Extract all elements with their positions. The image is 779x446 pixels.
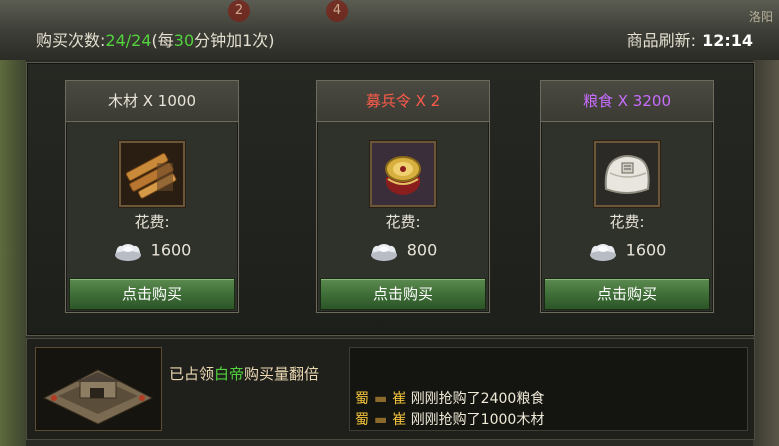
refresh-label: 商品刷新: bbox=[626, 31, 697, 50]
price-value: 1600 bbox=[625, 240, 667, 260]
kingdom-name: 蜀 bbox=[355, 391, 369, 407]
occupy-suffix: 购买量翻倍 bbox=[244, 365, 320, 383]
log-entry: 蜀 ▬ 崔 刚刚抢购了1000木材 bbox=[355, 409, 544, 429]
shop-item-card: 粮食 X 3200 花费: 1600 点击购买 bbox=[540, 80, 714, 313]
purchase-count: 购买次数:24/24(每30分钟加1次) bbox=[36, 27, 275, 51]
item-title: 木材 X 1000 bbox=[66, 81, 238, 122]
occupy-prefix: 已占领 bbox=[169, 365, 215, 383]
item-title: 募兵令 X 2 bbox=[317, 81, 489, 122]
shop-panel: 木材 X 1000 花费: 1600 点击购买 募兵令 X 2 花费: 800 … bbox=[26, 62, 755, 336]
corner-location-text: 洛阳 bbox=[748, 10, 773, 24]
cost-label: 花费: bbox=[609, 213, 645, 231]
purchase-log: 蜀 ▬ 崔 刚刚抢购了2400粮食 蜀 ▬ 崔 刚刚抢购了1000木材 bbox=[349, 347, 748, 431]
recruit-token-icon bbox=[370, 141, 436, 207]
item-price: 800 bbox=[317, 240, 489, 262]
item-price: 1600 bbox=[541, 240, 713, 262]
notification-badge[interactable]: 2 bbox=[228, 0, 250, 22]
silver-ingot-icon bbox=[370, 244, 397, 261]
grain-sack-icon bbox=[594, 141, 660, 207]
price-value: 1600 bbox=[150, 240, 192, 260]
bottom-panel: 已占领白帝购买量翻倍 蜀 ▬ 崔 刚刚抢购了2400粮食 蜀 ▬ 崔 刚刚抢购了1000… bbox=[26, 338, 755, 440]
wood-icon bbox=[119, 141, 185, 207]
occupy-bonus-text: 已占领白帝购买量翻倍 bbox=[169, 363, 319, 384]
shop-item-card: 木材 X 1000 花费: 1600 点击购买 bbox=[65, 80, 239, 313]
item-price: 1600 bbox=[66, 240, 238, 262]
refresh-timer: 商品刷新: 12:14 bbox=[627, 27, 753, 51]
cost-label: 花费: bbox=[385, 213, 421, 231]
buy-button[interactable]: 点击购买 bbox=[69, 278, 235, 310]
fortress-city-icon bbox=[35, 347, 162, 431]
cost-label: 花费: bbox=[134, 213, 170, 231]
log-message: 刚刚抢购了1000木材 bbox=[410, 412, 545, 428]
log-entry: 蜀 ▬ 崔 刚刚抢购了2400粮食 bbox=[355, 388, 544, 408]
occupied-city-name: 白帝 bbox=[214, 365, 245, 383]
separator-icon: ▬ bbox=[374, 412, 388, 428]
item-title: 粮食 X 3200 bbox=[541, 81, 713, 122]
shop-item-card: 募兵令 X 2 花费: 800 点击购买 bbox=[316, 80, 490, 313]
silver-ingot-icon bbox=[589, 244, 616, 261]
log-message: 刚刚抢购了2400粮食 bbox=[410, 391, 545, 407]
refresh-time: 12:14 bbox=[702, 31, 753, 50]
purchase-count-label: 购买次数: bbox=[36, 31, 106, 50]
player-name: 崔 bbox=[392, 391, 407, 407]
buy-button[interactable]: 点击购买 bbox=[320, 278, 486, 310]
buy-button[interactable]: 点击购买 bbox=[544, 278, 710, 310]
purchase-count-value: 24/24 bbox=[105, 31, 152, 50]
right-map-edge bbox=[753, 60, 779, 446]
refill-rule-suffix: 分钟加1次) bbox=[194, 31, 275, 50]
kingdom-name: 蜀 bbox=[355, 412, 369, 428]
separator-icon: ▬ bbox=[374, 391, 388, 407]
silver-ingot-icon bbox=[114, 244, 141, 261]
left-map-edge bbox=[0, 60, 26, 446]
player-name: 崔 bbox=[392, 412, 407, 428]
refill-rule-minutes: 30 bbox=[173, 31, 195, 50]
notification-badge[interactable]: 4 bbox=[326, 0, 348, 22]
refill-rule-prefix: (每 bbox=[151, 31, 174, 50]
price-value: 800 bbox=[406, 240, 438, 260]
